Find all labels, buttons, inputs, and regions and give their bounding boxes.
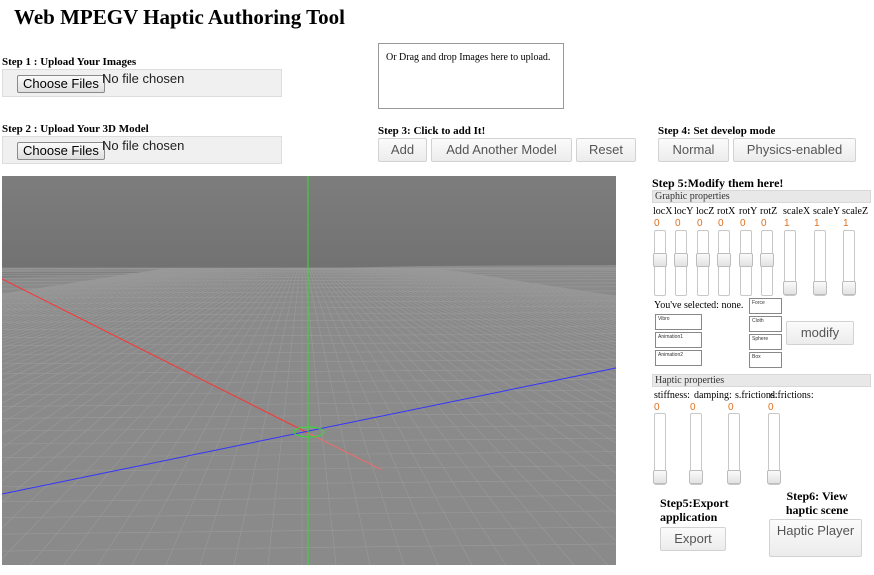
export-step-label: Step5:Export application bbox=[660, 496, 729, 524]
app-title: Web MPEGV Haptic Authoring Tool bbox=[14, 5, 346, 29]
add-button[interactable]: Add bbox=[378, 138, 427, 162]
graphic-slider-track[interactable] bbox=[739, 230, 753, 296]
haptic-slider-label: d.frictions: bbox=[770, 390, 814, 401]
graphic-slider-label: locY bbox=[674, 206, 694, 217]
slider-thumb[interactable] bbox=[760, 253, 774, 267]
add-another-model-button[interactable]: Add Another Model bbox=[431, 138, 572, 162]
slider-thumb[interactable] bbox=[767, 470, 781, 484]
graphic-slider-track[interactable] bbox=[674, 230, 688, 296]
graphic-slider-value: 1 bbox=[784, 218, 790, 229]
haptic-slider-value: 0 bbox=[728, 402, 734, 413]
graphic-slider-label: scaleZ bbox=[842, 206, 869, 217]
haptic-slider-track[interactable] bbox=[727, 413, 741, 485]
slider-thumb[interactable] bbox=[689, 470, 703, 484]
step3-label: Step 3: Click to add It! bbox=[378, 125, 486, 137]
step5-label: Step 5:Modify them here! bbox=[652, 176, 784, 190]
choose-images-button[interactable]: Choose Files bbox=[17, 75, 105, 93]
graphic-slider-value: 0 bbox=[740, 218, 746, 229]
graphic-slider-label: locX bbox=[653, 206, 673, 217]
slider-thumb[interactable] bbox=[842, 281, 856, 295]
graphic-slider-track[interactable] bbox=[653, 230, 667, 296]
slider-thumb[interactable] bbox=[674, 253, 688, 267]
image-drop-zone[interactable]: Or Drag and drop Images here to upload. bbox=[378, 43, 564, 109]
haptic-effect-field[interactable]: Animation2 bbox=[655, 350, 702, 366]
slider-thumb[interactable] bbox=[717, 253, 731, 267]
graphic-slider-label: rotY bbox=[739, 206, 758, 217]
haptic-player-button[interactable]: Haptic Player bbox=[769, 519, 862, 557]
haptic-slider-value: 0 bbox=[768, 402, 774, 413]
haptic-effect-field[interactable]: Animation1 bbox=[655, 332, 702, 348]
modify-button[interactable]: modify bbox=[786, 321, 854, 345]
normal-mode-button[interactable]: Normal bbox=[658, 138, 729, 162]
graphic-properties-header[interactable]: Graphic properties bbox=[652, 190, 871, 203]
slider-thumb[interactable] bbox=[783, 281, 797, 295]
physics-field[interactable]: Cloth bbox=[749, 316, 782, 332]
haptic-properties-header[interactable]: Haptic properties bbox=[652, 374, 871, 387]
graphic-slider-label: scaleY bbox=[813, 206, 841, 217]
physics-mode-button[interactable]: Physics-enabled bbox=[733, 138, 856, 162]
step1-label: Step 1 : Upload Your Images bbox=[2, 56, 137, 68]
graphic-slider-track[interactable] bbox=[760, 230, 774, 296]
graphic-slider-label: rotZ bbox=[760, 206, 778, 217]
haptic-slider-track[interactable] bbox=[767, 413, 781, 485]
model-file-input[interactable]: Choose Files No file chosen bbox=[2, 136, 282, 164]
haptic-slider-value: 0 bbox=[654, 402, 660, 413]
slider-thumb[interactable] bbox=[727, 470, 741, 484]
graphic-slider-label: rotX bbox=[717, 206, 736, 217]
physics-field[interactable]: Sphere bbox=[749, 334, 782, 350]
graphic-slider-label: scaleX bbox=[783, 206, 811, 217]
step4-label: Step 4: Set develop mode bbox=[658, 125, 776, 137]
slider-thumb[interactable] bbox=[813, 281, 827, 295]
haptic-slider-label: stiffness: bbox=[654, 390, 690, 401]
graphic-slider-value: 0 bbox=[718, 218, 724, 229]
haptic-slider-value: 0 bbox=[690, 402, 696, 413]
haptic-slider-label: damping: bbox=[694, 390, 732, 401]
step6-label: Step6: View haptic scene bbox=[785, 489, 849, 517]
graphic-slider-track[interactable] bbox=[842, 230, 856, 296]
reset-button[interactable]: Reset bbox=[576, 138, 636, 162]
step2-label: Step 2 : Upload Your 3D Model bbox=[2, 123, 149, 135]
graphic-slider-value: 0 bbox=[654, 218, 660, 229]
graphic-slider-value: 0 bbox=[761, 218, 767, 229]
slider-thumb[interactable] bbox=[739, 253, 753, 267]
haptic-slider-track[interactable] bbox=[653, 413, 667, 485]
slider-thumb[interactable] bbox=[653, 470, 667, 484]
model-file-status: No file chosen bbox=[102, 138, 185, 153]
graphic-slider-value: 1 bbox=[814, 218, 820, 229]
physics-field[interactable]: Force bbox=[749, 298, 782, 314]
graphic-slider-value: 1 bbox=[843, 218, 849, 229]
graphic-slider-value: 0 bbox=[697, 218, 703, 229]
graphic-slider-label: locZ bbox=[696, 206, 715, 217]
image-file-input[interactable]: Choose Files No file chosen bbox=[2, 69, 282, 97]
haptic-slider-track[interactable] bbox=[689, 413, 703, 485]
3d-scene-canvas bbox=[2, 176, 616, 565]
graphic-slider-track[interactable] bbox=[813, 230, 827, 296]
selected-text: You've selected: none. bbox=[654, 300, 744, 311]
graphic-slider-value: 0 bbox=[675, 218, 681, 229]
image-file-status: No file chosen bbox=[102, 71, 185, 86]
haptic-effect-field[interactable]: Vibro bbox=[655, 314, 702, 330]
export-button[interactable]: Export bbox=[660, 527, 726, 551]
graphic-slider-track[interactable] bbox=[696, 230, 710, 296]
slider-thumb[interactable] bbox=[653, 253, 667, 267]
graphic-slider-track[interactable] bbox=[783, 230, 797, 296]
choose-model-button[interactable]: Choose Files bbox=[17, 142, 105, 160]
3d-viewport[interactable] bbox=[2, 176, 616, 565]
slider-thumb[interactable] bbox=[696, 253, 710, 267]
physics-field[interactable]: Box bbox=[749, 352, 782, 368]
graphic-slider-track[interactable] bbox=[717, 230, 731, 296]
